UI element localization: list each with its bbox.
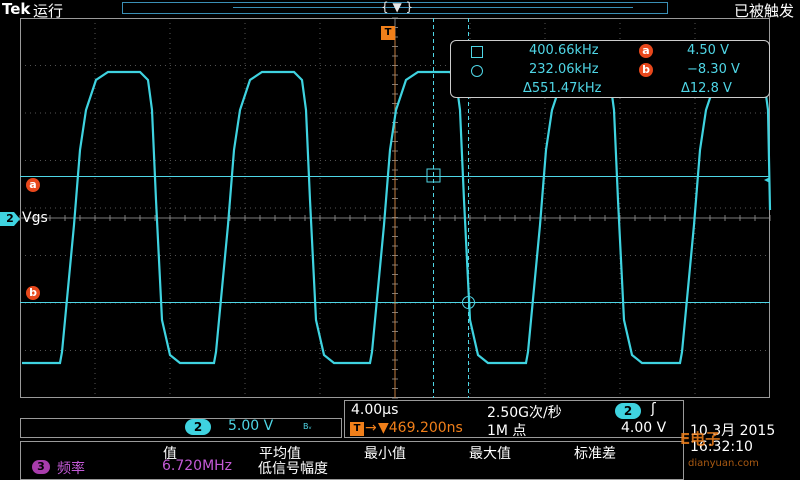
trigger-slope-icon: ʃ	[651, 401, 656, 417]
watermark-logo: E电子	[680, 430, 721, 448]
cursor-a-marker[interactable]: a	[26, 178, 40, 192]
cursor-b-badge: b	[639, 63, 653, 77]
cursor-readout-panel[interactable]: 400.66kHz a 4.50 V 232.06kHz b −8.30 V Δ…	[450, 40, 770, 98]
trigger-level[interactable]: 4.00 V	[621, 420, 666, 436]
sample-rate: 2.50G次/秒	[487, 405, 562, 421]
timebase-panel[interactable]: 4.00µs 2.50G次/秒 2 ʃ T → ▼469.200ns 1M 点 …	[344, 400, 684, 439]
record-length: 1M 点	[487, 423, 527, 439]
trigger-source-badge[interactable]: 2	[615, 403, 641, 419]
measurement-index-badge[interactable]: 3	[32, 460, 50, 474]
trigger-position-marker[interactable]: T	[381, 26, 395, 40]
bandwidth-limit-icon: Bᵥ	[303, 422, 312, 431]
cursor-b-frequency: 232.06kHz	[529, 62, 599, 77]
channel-2-badge[interactable]: 2	[185, 419, 211, 435]
cursor-a-badge: a	[639, 44, 653, 58]
trigger-offset-badge: T	[350, 422, 364, 436]
measurement-value: 6.720MHz	[162, 458, 233, 474]
trigger-arrow-icon: →	[365, 420, 377, 436]
cursor-a-voltage: 4.50 V	[687, 43, 729, 58]
watermark-url: dianyuan.com	[688, 458, 759, 469]
channel-2-settings-box[interactable]	[20, 418, 342, 438]
trigger-level-arrow	[764, 177, 770, 183]
circle-cursor-icon	[471, 65, 483, 77]
horizontal-scale[interactable]: 4.00µs	[351, 402, 398, 418]
channel-2-scale[interactable]: 5.00 V	[228, 418, 273, 434]
cursor-b-voltage: −8.30 V	[687, 62, 740, 77]
measurement-name[interactable]: 频率	[57, 458, 85, 478]
measurement-header-min: 最小值	[364, 446, 406, 462]
cursor-a-frequency: 400.66kHz	[529, 43, 599, 58]
measurement-header-stddev: 标准差	[574, 446, 616, 462]
measurement-warning: 低信号幅度	[258, 461, 328, 477]
cursor-delta-voltage: Δ12.8 V	[681, 81, 732, 96]
trigger-position-offset[interactable]: ▼469.200ns	[378, 420, 463, 436]
measurement-panel[interactable]: 值 平均值 最小值 最大值 标准差	[20, 441, 684, 480]
measurement-header-max: 最大值	[469, 446, 511, 462]
cursor-b-marker[interactable]: b	[26, 286, 40, 300]
channel-2-label: Vgs	[22, 210, 48, 226]
cursor-delta-frequency: Δ551.47kHz	[523, 81, 602, 96]
square-cursor-icon	[471, 46, 483, 58]
